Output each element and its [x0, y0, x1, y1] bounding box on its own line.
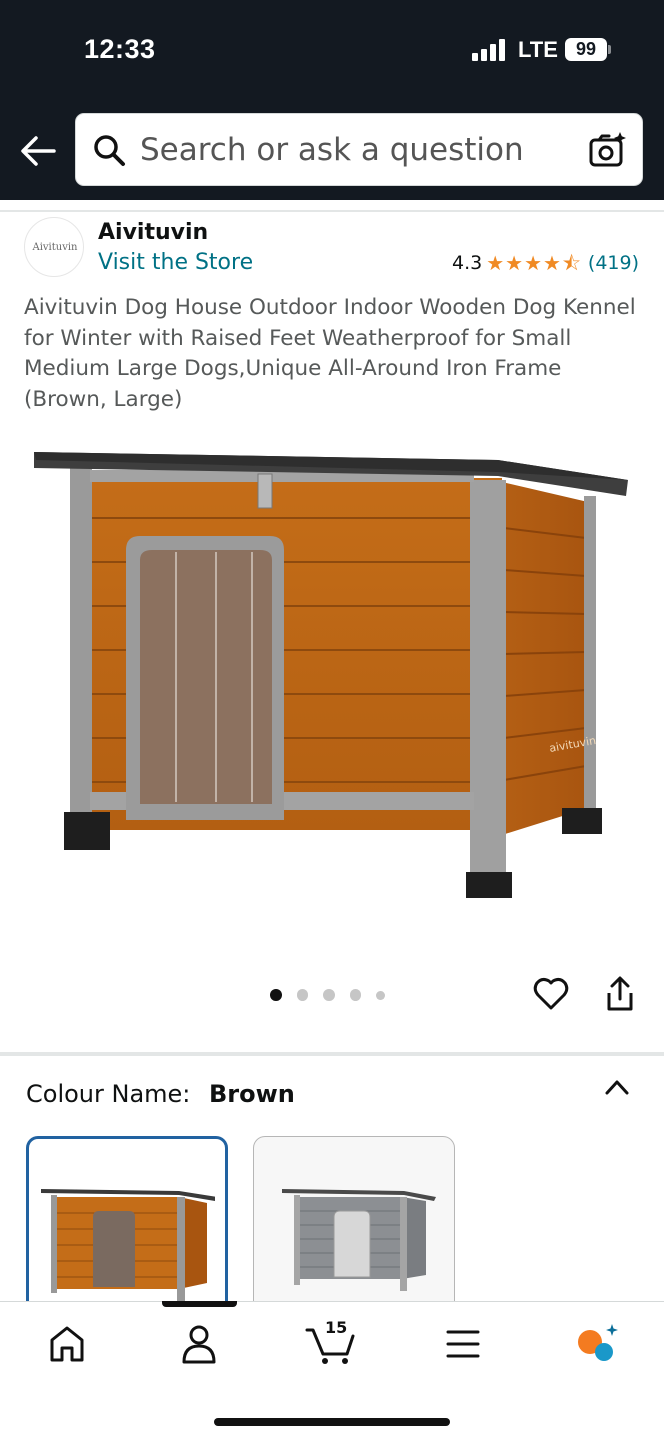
rufus-assistant-icon[interactable] — [574, 1322, 620, 1366]
product-title: Aivituvin Dog House Outdoor Indoor Woode… — [24, 295, 636, 412]
carousel-dot[interactable] — [376, 990, 385, 1000]
review-count[interactable]: (419) — [588, 252, 639, 274]
star-icon: ★ — [505, 251, 524, 275]
brand-logo-text: Aivituvin — [32, 242, 78, 253]
menu-icon[interactable] — [446, 1322, 480, 1366]
section-divider — [0, 1052, 664, 1056]
back-arrow-icon[interactable] — [20, 134, 56, 168]
search-bar[interactable] — [75, 113, 643, 186]
brand-logo[interactable]: Aivituvin — [24, 217, 84, 277]
status-time: 12:33 — [84, 34, 156, 64]
visit-store-link[interactable]: Visit the Store — [98, 250, 253, 275]
rating-value: 4.3 — [452, 252, 483, 274]
battery-tip — [608, 45, 611, 54]
star-icon: ★ — [486, 251, 505, 275]
cart-count-badge: 15 — [325, 1318, 348, 1337]
account-icon[interactable] — [180, 1322, 218, 1366]
star-rating-icon: ★ ★ ★ ★ ⯪ — [486, 253, 582, 273]
brown-dog-house-thumbnail — [41, 1189, 215, 1301]
battery-icon: 99 — [565, 38, 607, 61]
rating[interactable]: 4.3 ★ ★ ★ ★ ⯪ (419) — [452, 252, 639, 274]
divider — [0, 210, 664, 212]
colour-value: Brown — [209, 1080, 295, 1108]
home-icon[interactable] — [48, 1322, 86, 1366]
network-type: LTE — [518, 37, 558, 62]
carousel-dot[interactable] — [349, 989, 362, 1001]
image-carousel-dots[interactable] — [270, 988, 400, 1002]
star-icon: ★ — [524, 251, 543, 275]
heart-icon[interactable] — [532, 975, 570, 1013]
home-indicator — [214, 1418, 450, 1426]
star-icon: ★ — [543, 251, 561, 275]
half-star-icon: ⯪ — [561, 251, 581, 275]
share-icon[interactable] — [604, 975, 636, 1013]
signal-strength-icon — [472, 39, 506, 61]
product-image[interactable]: aivituvin — [28, 440, 636, 910]
carousel-dot[interactable] — [323, 989, 335, 1001]
search-input[interactable] — [140, 127, 570, 173]
search-icon — [94, 135, 125, 166]
active-tab-indicator — [162, 1301, 237, 1307]
chevron-up-icon[interactable] — [604, 1077, 630, 1097]
carousel-dot[interactable] — [270, 989, 282, 1001]
brand-name[interactable]: Aivituvin — [98, 220, 208, 245]
grey-dog-house-thumbnail — [282, 1189, 436, 1291]
camera-search-icon[interactable] — [588, 131, 628, 169]
colour-label: Colour Name: — [26, 1080, 191, 1108]
carousel-dot[interactable] — [296, 989, 309, 1001]
